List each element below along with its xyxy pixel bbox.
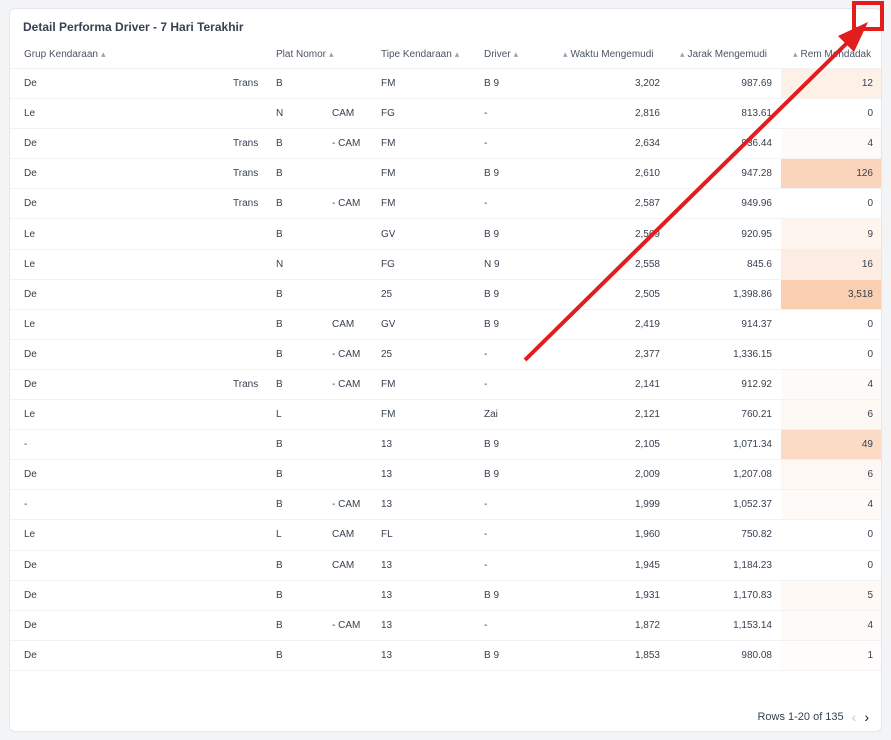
- annotation-arrow-line: [523, 40, 850, 362]
- annotation-arrow: [523, 22, 868, 362]
- annotation-highlight-box: [852, 1, 884, 31]
